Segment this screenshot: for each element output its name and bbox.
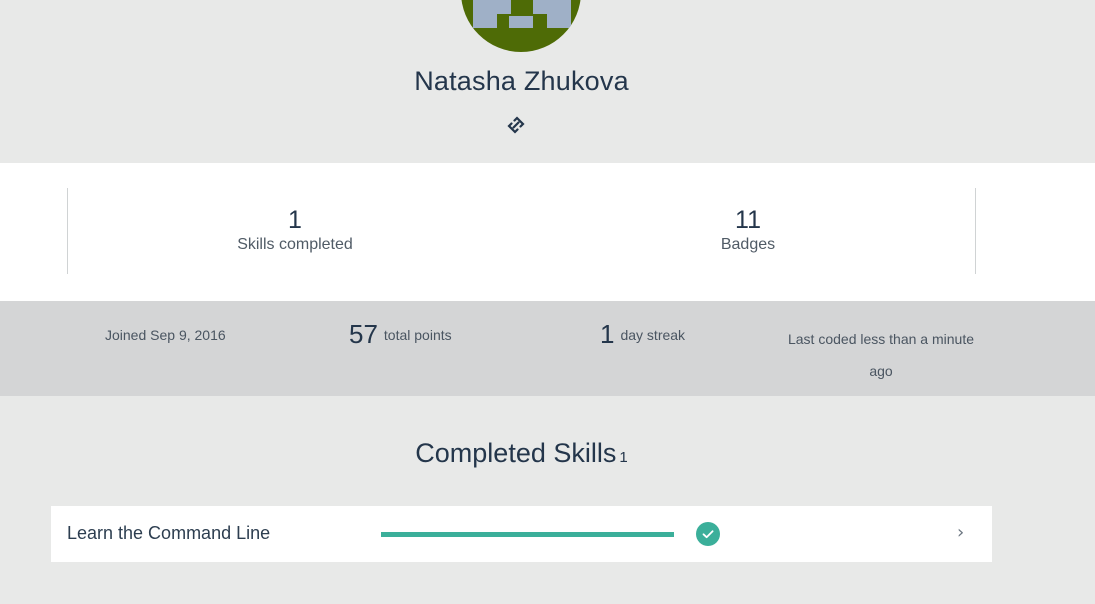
badges-count: 11 xyxy=(735,206,761,234)
badges-stat[interactable]: 11 Badges xyxy=(598,205,898,255)
skill-progress-bar xyxy=(381,532,674,537)
skills-count: 1 xyxy=(288,206,302,234)
skill-row[interactable]: Learn the Command Line › xyxy=(51,506,992,563)
joined-date: Joined Sep 9, 2016 xyxy=(105,327,226,343)
completed-skills-title: Completed Skills 1 xyxy=(0,438,1043,469)
stats-panel: 1 Skills completed 11 Badges xyxy=(0,163,1095,301)
streak-value: 1 xyxy=(600,319,615,349)
chevron-right-icon[interactable]: › xyxy=(957,522,964,543)
streak-label: day streak xyxy=(620,326,686,343)
user-name: Natasha Zhukova xyxy=(414,66,629,96)
day-streak: 1 day streak xyxy=(600,319,685,350)
link-icon[interactable] xyxy=(506,115,526,135)
info-bar: Joined Sep 9, 2016 57 total points 1 day s… xyxy=(0,301,1095,396)
points-value: 57 xyxy=(349,319,378,349)
pixel-avatar-icon xyxy=(473,0,571,28)
checkmark-icon xyxy=(696,522,720,546)
page-bottom xyxy=(0,562,1095,604)
completed-skills-count: 1 xyxy=(619,449,628,466)
skills-completed-stat: 1 Skills completed xyxy=(145,205,445,255)
divider xyxy=(67,188,68,274)
total-points: 57 total points xyxy=(349,319,452,350)
divider xyxy=(975,188,976,274)
profile-header: Natasha Zhukova xyxy=(0,0,1095,163)
avatar xyxy=(461,0,581,52)
badges-label: Badges xyxy=(720,236,776,253)
points-label: total points xyxy=(383,326,452,343)
skill-name: Learn the Command Line xyxy=(67,523,271,543)
completed-skills-heading: Completed Skills xyxy=(415,438,617,468)
skills-label: Skills completed xyxy=(237,236,353,253)
last-coded: Last coded less than a minute ago xyxy=(787,331,974,379)
skill-progress-fill xyxy=(381,532,674,537)
